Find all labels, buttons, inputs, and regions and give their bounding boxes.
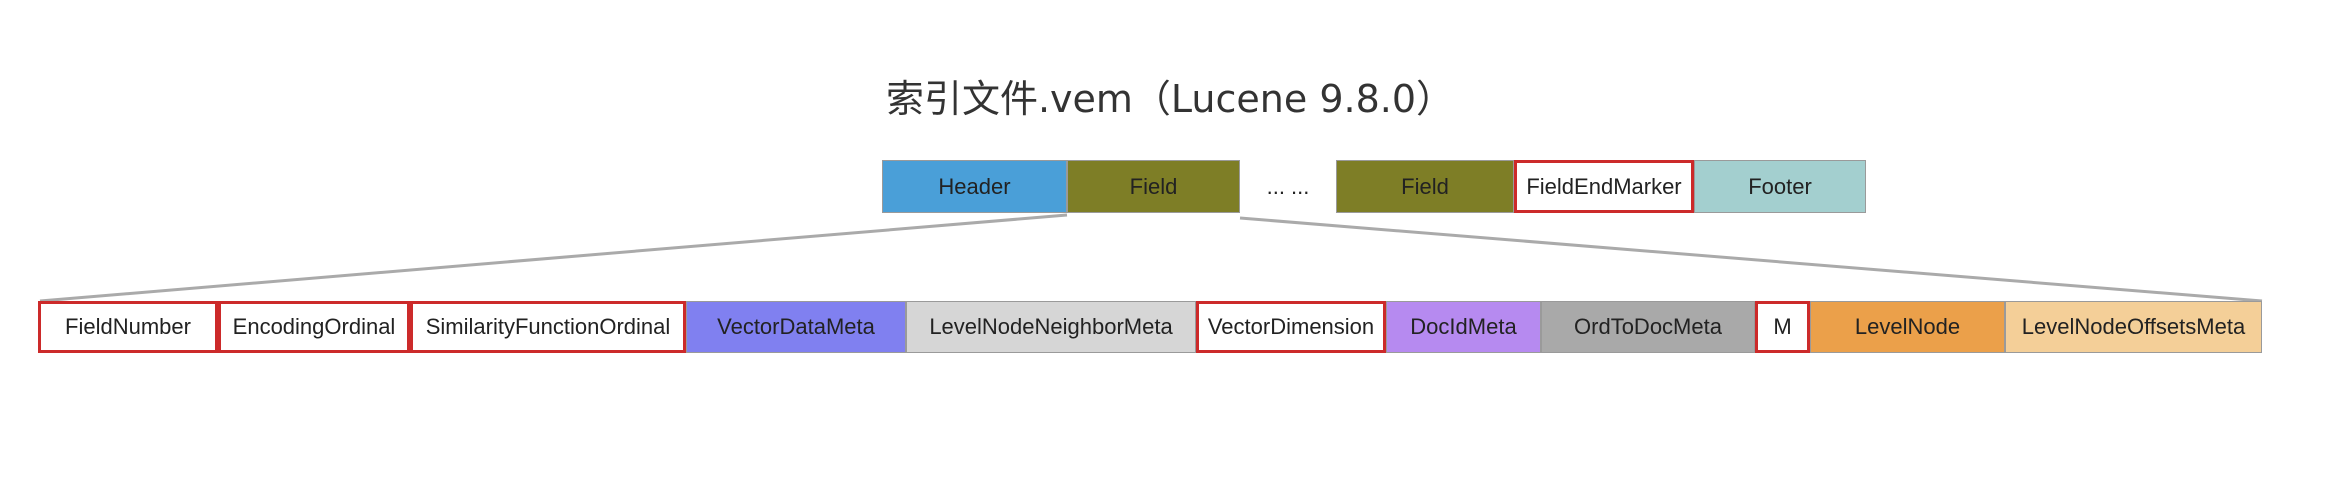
vem-file-structure-diagram: 索引文件.vem（Lucene 9.8.0） Header Field ... … xyxy=(0,0,2340,480)
field-number-block: FieldNumber xyxy=(38,301,218,353)
field-block-2: Field xyxy=(1336,160,1514,213)
vector-data-meta-block: VectorDataMeta xyxy=(686,301,906,353)
level-node-offsets-meta-label: LevelNodeOffsetsMeta xyxy=(2021,314,2246,339)
level-node-offsets-meta-block: LevelNodeOffsetsMeta xyxy=(2005,301,2262,353)
similarity-function-ordinal-label: SimilarityFunctionOrdinal xyxy=(425,314,671,339)
level-node-neighbor-meta-block: LevelNodeNeighborMeta xyxy=(906,301,1196,353)
header-block-label: Header xyxy=(938,173,1011,199)
field-block-1-label: Field xyxy=(1129,173,1178,199)
field-block-1: Field xyxy=(1067,160,1240,213)
header-block: Header xyxy=(882,160,1067,213)
level-node-label: LevelNode xyxy=(1854,314,1961,339)
encoding-ordinal-label: EncodingOrdinal xyxy=(232,314,396,339)
vector-dimension-label: VectorDimension xyxy=(1207,314,1375,339)
field-end-marker-label: FieldEndMarker xyxy=(1526,173,1682,199)
field-block-2-label: Field xyxy=(1401,173,1449,199)
level-node-neighbor-meta-label: LevelNodeNeighborMeta xyxy=(929,314,1173,339)
field-end-marker-block: FieldEndMarker xyxy=(1514,160,1694,213)
ellipsis: ... ... xyxy=(1266,173,1310,199)
field-number-label: FieldNumber xyxy=(65,314,191,339)
level-node-block: LevelNode xyxy=(1810,301,2005,353)
encoding-ordinal-block: EncodingOrdinal xyxy=(218,301,410,353)
doc-id-meta-block: DocIdMeta xyxy=(1386,301,1541,353)
connector-line-right xyxy=(1239,216,2263,303)
similarity-function-ordinal-block: SimilarityFunctionOrdinal xyxy=(410,301,686,353)
vector-data-meta-label: VectorDataMeta xyxy=(717,314,875,339)
vector-dimension-block: VectorDimension xyxy=(1196,301,1386,353)
footer-block-label: Footer xyxy=(1748,173,1812,199)
connector-lines xyxy=(39,213,2263,303)
ord-to-doc-meta-block: OrdToDocMeta xyxy=(1541,301,1755,353)
m-block: M xyxy=(1755,301,1810,353)
footer-block: Footer xyxy=(1694,160,1866,213)
m-label: M xyxy=(1773,314,1792,339)
connector-line-left xyxy=(39,213,1068,303)
doc-id-meta-label: DocIdMeta xyxy=(1410,314,1517,339)
ord-to-doc-meta-label: OrdToDocMeta xyxy=(1574,314,1722,339)
